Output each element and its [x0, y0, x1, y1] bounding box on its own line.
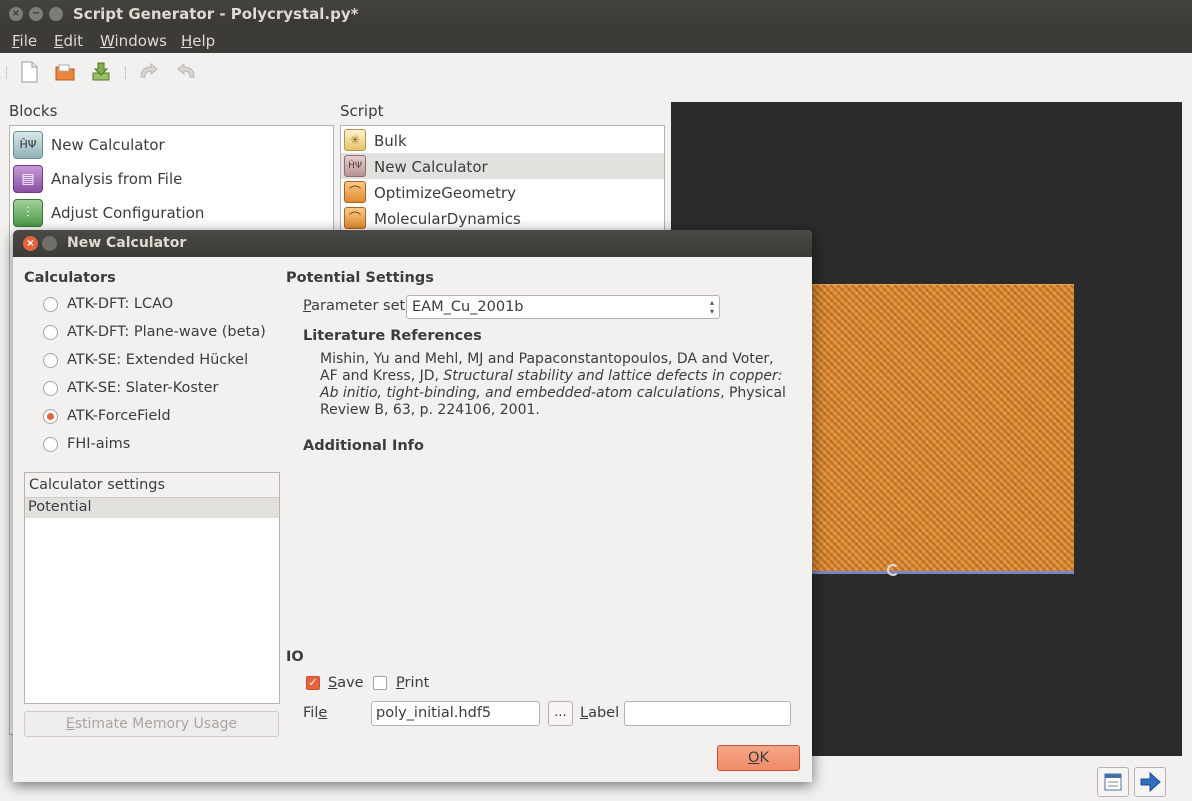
- calculator-settings-list[interactable]: Calculator settings Potential: [24, 472, 280, 704]
- arrow-right-icon: [1140, 771, 1161, 793]
- file-label: File: [303, 705, 328, 721]
- script-item-label: New Calculator: [374, 158, 488, 176]
- radio-button[interactable]: [43, 381, 58, 396]
- block-item-label: New Calculator: [51, 136, 165, 154]
- radio-label: FHI-aims: [67, 436, 131, 452]
- bulk-icon: ✳: [344, 129, 366, 151]
- estimate-memory-button[interactable]: Estimate Memory Usage: [24, 711, 279, 737]
- toolbar-grip: [6, 67, 8, 79]
- radio-label: ATK-SE: Extended Hückel: [67, 352, 249, 368]
- radio-label: ATK-SE: Slater-Koster: [67, 380, 219, 396]
- radio-button[interactable]: [43, 297, 58, 312]
- parameter-set-select[interactable]: EAM_Cu_2001b ▴ ▾: [406, 295, 720, 319]
- script-item-molecular-dynamics[interactable]: ⌒ MolecularDynamics: [341, 205, 664, 231]
- script-label: Script: [340, 102, 384, 120]
- send-to-button[interactable]: [1134, 767, 1166, 797]
- radio-label: ATK-DFT: LCAO: [67, 296, 174, 312]
- potential-settings-heading: Potential Settings: [286, 270, 434, 286]
- radio-button[interactable]: [43, 325, 58, 340]
- rotation-center-icon: [887, 564, 899, 576]
- browse-button[interactable]: ...: [548, 701, 573, 726]
- calculators-heading: Calculators: [24, 270, 116, 286]
- calculator-icon: ĤΨ: [13, 131, 43, 159]
- label-label: Label: [580, 705, 620, 721]
- maximize-window-button[interactable]: [49, 7, 63, 21]
- analysis-file-icon: ▤: [13, 165, 43, 193]
- molecular-dynamics-icon: ⌒: [344, 207, 366, 229]
- save-checkbox[interactable]: ✓: [306, 676, 320, 690]
- undo-icon[interactable]: [137, 61, 161, 85]
- combo-arrows-icon: ▴ ▾: [709, 298, 714, 316]
- radio-button[interactable]: [43, 437, 58, 452]
- blocks-label: Blocks: [9, 102, 58, 120]
- redo-icon[interactable]: [172, 61, 196, 85]
- radio-label: ATK-DFT: Plane-wave (beta): [67, 324, 266, 340]
- additional-info-heading: Additional Info: [303, 438, 424, 454]
- block-item-adjust-configuration[interactable]: ⫶ Adjust Configuration: [10, 197, 333, 229]
- close-window-button[interactable]: ×: [9, 7, 23, 21]
- label-input[interactable]: [624, 701, 791, 726]
- dialog-titlebar: × New Calculator: [13, 230, 812, 257]
- file-input[interactable]: poly_initial.hdf5: [371, 701, 540, 726]
- editor-button[interactable]: [1097, 767, 1129, 797]
- menu-help[interactable]: Help: [181, 32, 215, 50]
- menubar: File Edit Windows Help: [0, 28, 1192, 53]
- calculator-settings-header: Calculator settings: [25, 473, 279, 498]
- menu-file[interactable]: File: [12, 32, 37, 50]
- menu-edit[interactable]: Edit: [54, 32, 83, 50]
- print-checkbox[interactable]: [373, 676, 387, 690]
- menu-windows[interactable]: Windows: [100, 32, 167, 50]
- script-item-label: MolecularDynamics: [374, 210, 521, 228]
- io-heading: IO: [286, 649, 304, 665]
- crystal-edge: [812, 571, 1074, 574]
- save-download-icon[interactable]: [89, 60, 113, 84]
- radio-button[interactable]: [43, 353, 58, 368]
- calculator-icon: ĤΨ: [344, 155, 366, 177]
- optimize-geometry-icon: ⌒: [344, 181, 366, 203]
- ok-button[interactable]: OK: [717, 745, 800, 771]
- literature-references-heading: Literature References: [303, 328, 482, 344]
- dialog-title: New Calculator: [67, 235, 187, 251]
- window-title: Script Generator - Polycrystal.py*: [73, 5, 359, 23]
- window-titlebar: × − Script Generator - Polycrystal.py*: [0, 0, 1192, 28]
- radio-label: ATK-ForceField: [67, 408, 171, 424]
- script-item-bulk[interactable]: ✳ Bulk: [341, 127, 664, 153]
- new-document-icon[interactable]: [17, 60, 41, 84]
- dialog-close-button[interactable]: ×: [23, 236, 38, 251]
- script-item-optimize-geometry[interactable]: ⌒ OptimizeGeometry: [341, 179, 664, 205]
- block-item-analysis-from-file[interactable]: ▤ Analysis from File: [10, 163, 333, 195]
- minimize-window-button[interactable]: −: [29, 7, 43, 21]
- parameter-set-label: Parameter set: [303, 298, 406, 314]
- block-item-new-calculator[interactable]: ĤΨ New Calculator: [10, 129, 333, 161]
- block-item-label: Adjust Configuration: [51, 204, 205, 222]
- settings-item-potential[interactable]: Potential: [25, 498, 279, 518]
- print-label: Print: [396, 675, 430, 691]
- polycrystal-structure: [812, 284, 1074, 572]
- save-label: Save: [328, 675, 364, 691]
- radio-button-selected[interactable]: [43, 409, 58, 424]
- script-item-label: Bulk: [374, 132, 407, 150]
- block-item-label: Analysis from File: [51, 170, 183, 188]
- script-item-new-calculator[interactable]: ĤΨ New Calculator: [341, 153, 664, 179]
- script-item-label: OptimizeGeometry: [374, 184, 517, 202]
- adjust-configuration-icon: ⫶: [13, 199, 43, 227]
- open-folder-icon[interactable]: [53, 60, 77, 84]
- literature-reference-text: Mishin, Yu and Mehl, MJ and Papaconstant…: [320, 351, 786, 418]
- toolbar-separator: [125, 67, 127, 79]
- new-calculator-dialog: × New Calculator Calculators ATK-DFT: LC…: [13, 230, 812, 782]
- dialog-maximize-button[interactable]: [42, 236, 57, 251]
